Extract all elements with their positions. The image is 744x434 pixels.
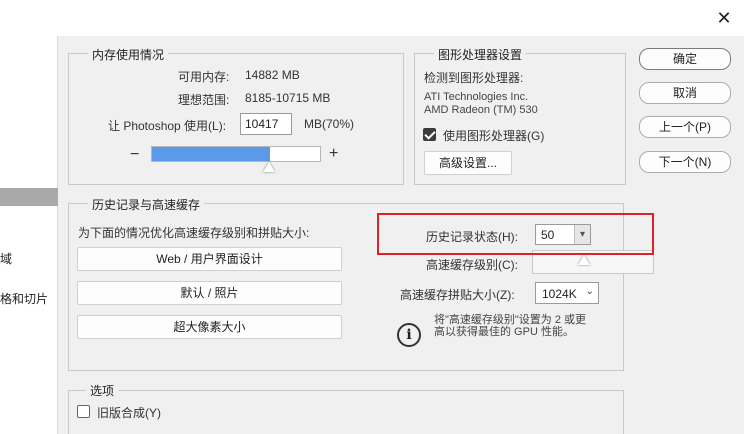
legacy-compositing-label[interactable]: 旧版合成(Y) <box>97 404 161 421</box>
gpu-cache-tip-line-2: 高以获得最佳的 GPU 性能。 <box>434 326 574 338</box>
memory-percent-label: MB(70%) <box>304 117 355 131</box>
preset-web-ui-button[interactable]: Web / 用户界面设计 <box>77 247 342 271</box>
history-cache-title: 历史记录与高速缓存 <box>88 196 205 213</box>
cache-tile-size-label: 高速缓存拼贴大小(Z): <box>400 288 515 302</box>
cancel-button[interactable]: 取消 <box>639 82 731 104</box>
preset-huge-pixel-button[interactable]: 超大像素大小 <box>77 315 342 339</box>
cache-levels-label: 高速缓存级别(C): <box>426 258 518 272</box>
left-nav-panel <box>0 36 58 434</box>
close-icon[interactable]: ✕ <box>714 8 734 28</box>
cache-levels-thumb[interactable] <box>578 255 590 265</box>
left-nav-item-1[interactable]: 域 <box>0 250 12 267</box>
cache-tile-size-select[interactable]: 1024K ⌄ <box>535 282 599 304</box>
gpu-model: AMD Radeon (TM) 530 <box>424 104 538 116</box>
use-gpu-checkbox[interactable] <box>423 128 436 141</box>
cache-tile-size-value[interactable]: 1024K <box>542 287 577 301</box>
memory-usage-title: 内存使用情况 <box>88 46 169 63</box>
optimize-cache-label: 为下面的情况优化高速缓存级别和拼贴大小: <box>78 226 310 240</box>
memory-usage-input[interactable]: 10417 <box>240 113 292 135</box>
info-icon: i <box>397 323 421 347</box>
ideal-range-value: 8185-10715 MB <box>245 91 331 105</box>
preset-default-photo-button[interactable]: 默认 / 照片 <box>77 281 342 305</box>
advanced-settings-button[interactable]: 高级设置... <box>424 151 512 175</box>
let-photoshop-use-label: 让 Photoshop 使用(L): <box>108 119 227 133</box>
memory-slider-thumb[interactable] <box>263 162 275 172</box>
legacy-compositing-checkbox[interactable] <box>77 405 90 418</box>
gpu-vendor: ATI Technologies Inc. <box>424 91 529 103</box>
memory-slider-fill <box>152 147 270 161</box>
options-title: 选项 <box>86 382 119 399</box>
history-states-highlight <box>377 213 654 255</box>
use-gpu-label[interactable]: 使用图形处理器(G) <box>443 127 544 144</box>
available-memory-label: 可用内存: <box>178 70 230 84</box>
ideal-range-label: 理想范围: <box>178 93 230 107</box>
ok-button[interactable]: 确定 <box>639 48 731 70</box>
gpu-detected-label: 检测到图形处理器: <box>424 71 524 85</box>
available-memory-value: 14882 MB <box>245 68 300 82</box>
dialog-title-bar <box>0 0 744 36</box>
memory-slider-track[interactable] <box>151 146 321 162</box>
chevron-down-icon[interactable]: ⌄ <box>586 286 594 297</box>
previous-button[interactable]: 上一个(P) <box>639 116 731 138</box>
decrease-memory-button[interactable]: − <box>130 146 139 164</box>
left-nav-selected-item[interactable] <box>0 188 58 206</box>
gpu-settings-title: 图形处理器设置 <box>434 46 527 63</box>
increase-memory-button[interactable]: + <box>329 145 338 163</box>
left-nav-item-2[interactable]: 格和切片 <box>0 290 48 307</box>
next-button[interactable]: 下一个(N) <box>639 151 731 173</box>
